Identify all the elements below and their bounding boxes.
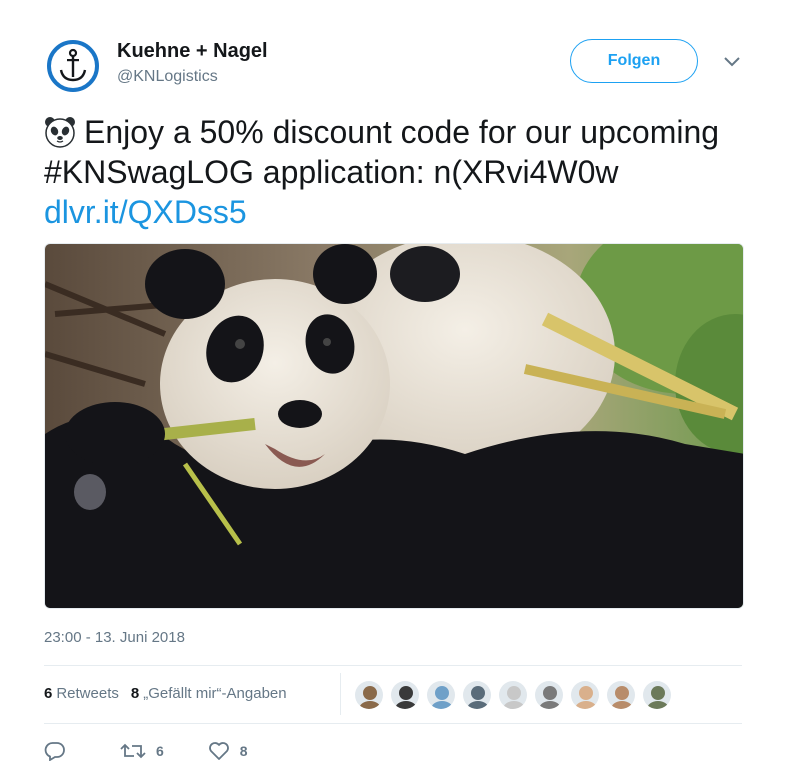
liker-avatar[interactable] <box>642 680 672 710</box>
liker-avatar[interactable] <box>390 680 420 710</box>
tweet-link[interactable]: dlvr.it/QXDss5 <box>44 194 247 230</box>
account-handle[interactable]: @KNLogistics <box>117 68 218 86</box>
like-count: 8 <box>239 743 248 759</box>
kuehne-nagel-logo-icon <box>47 40 99 92</box>
profile-avatar[interactable] <box>47 40 99 92</box>
tweet-body: Enjoy a 50% discount code for our upcomi… <box>44 114 720 190</box>
liker-avatar[interactable] <box>570 680 600 710</box>
reply-button[interactable] <box>44 741 76 761</box>
follow-button[interactable]: Folgen <box>570 39 698 83</box>
retweet-icon <box>120 743 146 759</box>
action-bar: 6 8 <box>44 741 292 761</box>
likes-stat[interactable]: 8 „Gefällt mir“-Angaben <box>131 685 287 702</box>
liker-avatar[interactable] <box>498 680 528 710</box>
reply-icon <box>44 742 65 761</box>
retweet-button[interactable]: 6 <box>120 741 164 761</box>
retweets-count: 6 <box>44 685 53 702</box>
account-name[interactable]: Kuehne + Nagel <box>117 40 268 63</box>
divider <box>44 723 742 724</box>
liker-avatar[interactable] <box>426 680 456 710</box>
like-button[interactable]: 8 <box>208 741 248 761</box>
tweet-photo[interactable] <box>44 243 744 609</box>
liker-avatar[interactable] <box>606 680 636 710</box>
retweets-stat[interactable]: 6 Retweets <box>44 685 119 702</box>
tweet-text: Enjoy a 50% discount code for our upcomi… <box>44 112 744 232</box>
chevron-down-icon[interactable] <box>722 54 742 70</box>
liker-avatar[interactable] <box>354 680 384 710</box>
tweet-timestamp[interactable]: 23:00 - 13. Juni 2018 <box>44 629 185 646</box>
retweets-label: Retweets <box>56 685 119 702</box>
likes-label: „Gefällt mir“-Angaben <box>143 685 287 702</box>
retweet-count: 6 <box>156 743 164 759</box>
panda-face-icon <box>44 116 76 148</box>
liker-avatar[interactable] <box>534 680 564 710</box>
heart-icon <box>208 742 229 760</box>
liker-avatar[interactable] <box>462 680 492 710</box>
engagement-stats: 6 Retweets 8 „Gefällt mir“-Angaben <box>44 685 299 702</box>
divider <box>44 665 742 666</box>
liker-avatars <box>354 680 678 710</box>
panda-photo <box>45 244 743 608</box>
stats-separator <box>340 673 341 715</box>
likes-count: 8 <box>130 685 140 702</box>
